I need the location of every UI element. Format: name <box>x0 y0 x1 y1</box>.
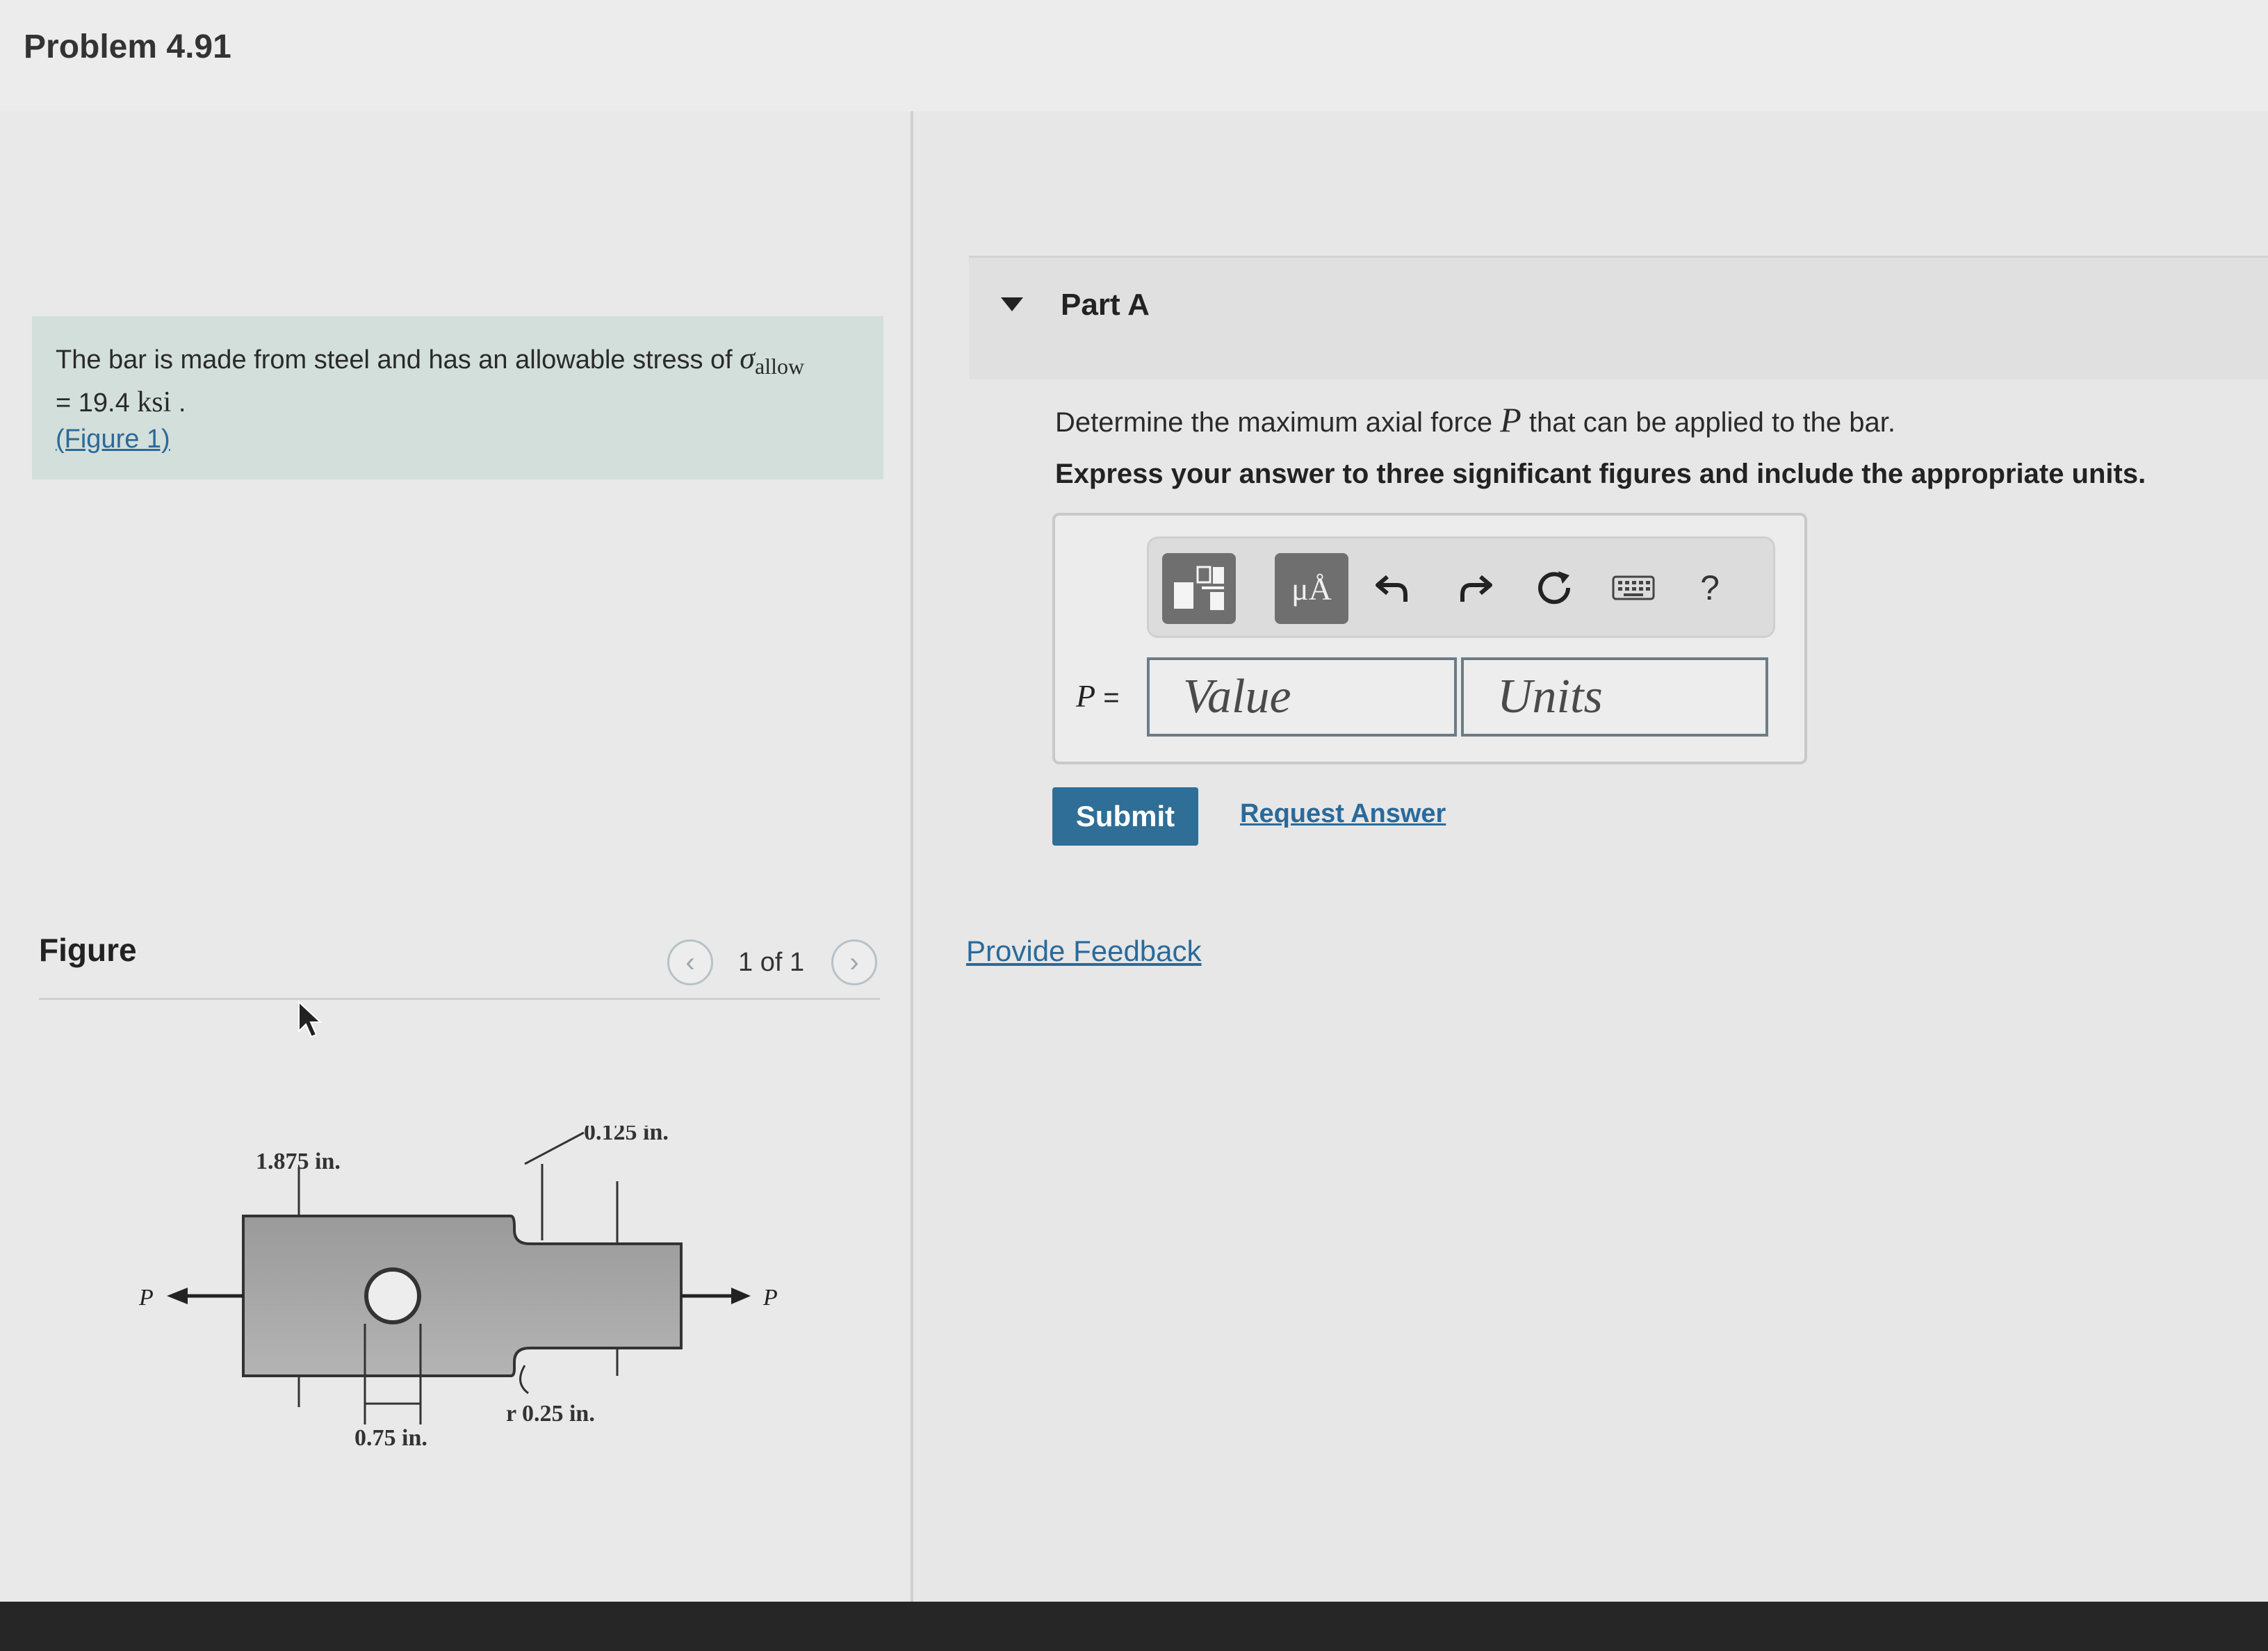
redo-button[interactable] <box>1446 560 1501 616</box>
question-before: Determine the maximum axial force <box>1055 407 1501 438</box>
figure-counter: 1 of 1 <box>738 948 805 977</box>
dim-left-width-label: 1.875 in. <box>256 1149 341 1174</box>
request-answer-link[interactable]: Request Answer <box>1240 799 1446 829</box>
undo-button[interactable] <box>1366 560 1422 616</box>
question-after: that can be applied to the bar. <box>1521 407 1895 438</box>
figure-next-button[interactable]: › <box>831 939 877 985</box>
help-button[interactable]: ? <box>1682 560 1738 616</box>
statement-period: . <box>171 388 186 418</box>
chevron-right-icon: › <box>849 946 859 978</box>
figure-heading: Figure <box>39 932 137 968</box>
templates-icon <box>1174 566 1224 610</box>
help-icon: ? <box>1700 568 1720 607</box>
redo-icon <box>1460 575 1492 602</box>
bar-body <box>242 1215 683 1377</box>
sigma-subscript: allow <box>754 354 805 379</box>
dim-hole-label: 0.75 in. <box>354 1425 427 1451</box>
value-placeholder: Value <box>1183 670 1291 723</box>
reset-button[interactable] <box>1526 560 1582 616</box>
answer-equals: = <box>1095 682 1120 713</box>
figure-divider <box>39 998 880 1000</box>
units-placeholder: Units <box>1497 670 1603 723</box>
dim-fillet-label: 0.125 in. <box>584 1126 669 1145</box>
answer-variable: P <box>1076 678 1096 714</box>
problem-statement: The bar is made from steel and has an al… <box>56 340 862 457</box>
undo-icon <box>1376 575 1408 602</box>
statement-text: The bar is made from steel and has an al… <box>56 345 740 375</box>
units-input[interactable]: Units <box>1461 657 1768 737</box>
chevron-left-icon: ‹ <box>685 946 695 978</box>
submit-button[interactable]: Submit <box>1052 787 1198 846</box>
answer-instruction: Express your answer to three significant… <box>1055 459 2146 489</box>
bar-hole <box>364 1267 421 1324</box>
force-right-label: P <box>762 1285 778 1311</box>
keyboard-icon <box>1612 575 1655 600</box>
screen-bottom-bezel <box>0 1602 2268 1651</box>
units-button[interactable]: μÅ <box>1275 553 1348 624</box>
dim-radius-leader <box>519 1365 529 1395</box>
keyboard-button[interactable] <box>1606 560 1661 616</box>
reset-icon <box>1538 571 1571 605</box>
part-a-title: Part A <box>1061 288 1150 322</box>
figure-prev-button[interactable]: ‹ <box>667 939 713 985</box>
problem-title: Problem 4.91 <box>24 28 231 65</box>
part-a-header[interactable] <box>969 256 2268 379</box>
sigma-symbol: σ <box>740 341 755 375</box>
units-icon: μÅ <box>1291 570 1332 607</box>
templates-button[interactable] <box>1162 553 1236 624</box>
dim-radius-label: r 0.25 in. <box>506 1401 595 1427</box>
provide-feedback-link[interactable]: Provide Feedback <box>966 935 1202 968</box>
question-text: Determine the maximum axial force P that… <box>1055 400 1895 440</box>
stress-value: = 19.4 <box>56 388 138 418</box>
force-right-arrowhead <box>731 1288 751 1304</box>
mouse-cursor-icon <box>298 1001 323 1038</box>
figure-link[interactable]: (Figure 1) <box>56 425 170 454</box>
header-bar <box>0 0 2268 113</box>
caret-down-icon[interactable] <box>1001 297 1023 311</box>
answer-variable-label: P = <box>1076 677 1120 714</box>
bar-figure: P P 1.875 in. 0.125 in. 0.75 in. r 0.25 … <box>138 1126 778 1451</box>
dim-fillet-leader <box>524 1131 585 1165</box>
stress-unit: ksi <box>137 386 172 418</box>
force-left-label: P <box>138 1285 154 1311</box>
question-variable: P <box>1500 400 1521 439</box>
value-input[interactable]: Value <box>1147 657 1457 737</box>
force-left-arrowhead <box>167 1288 188 1304</box>
